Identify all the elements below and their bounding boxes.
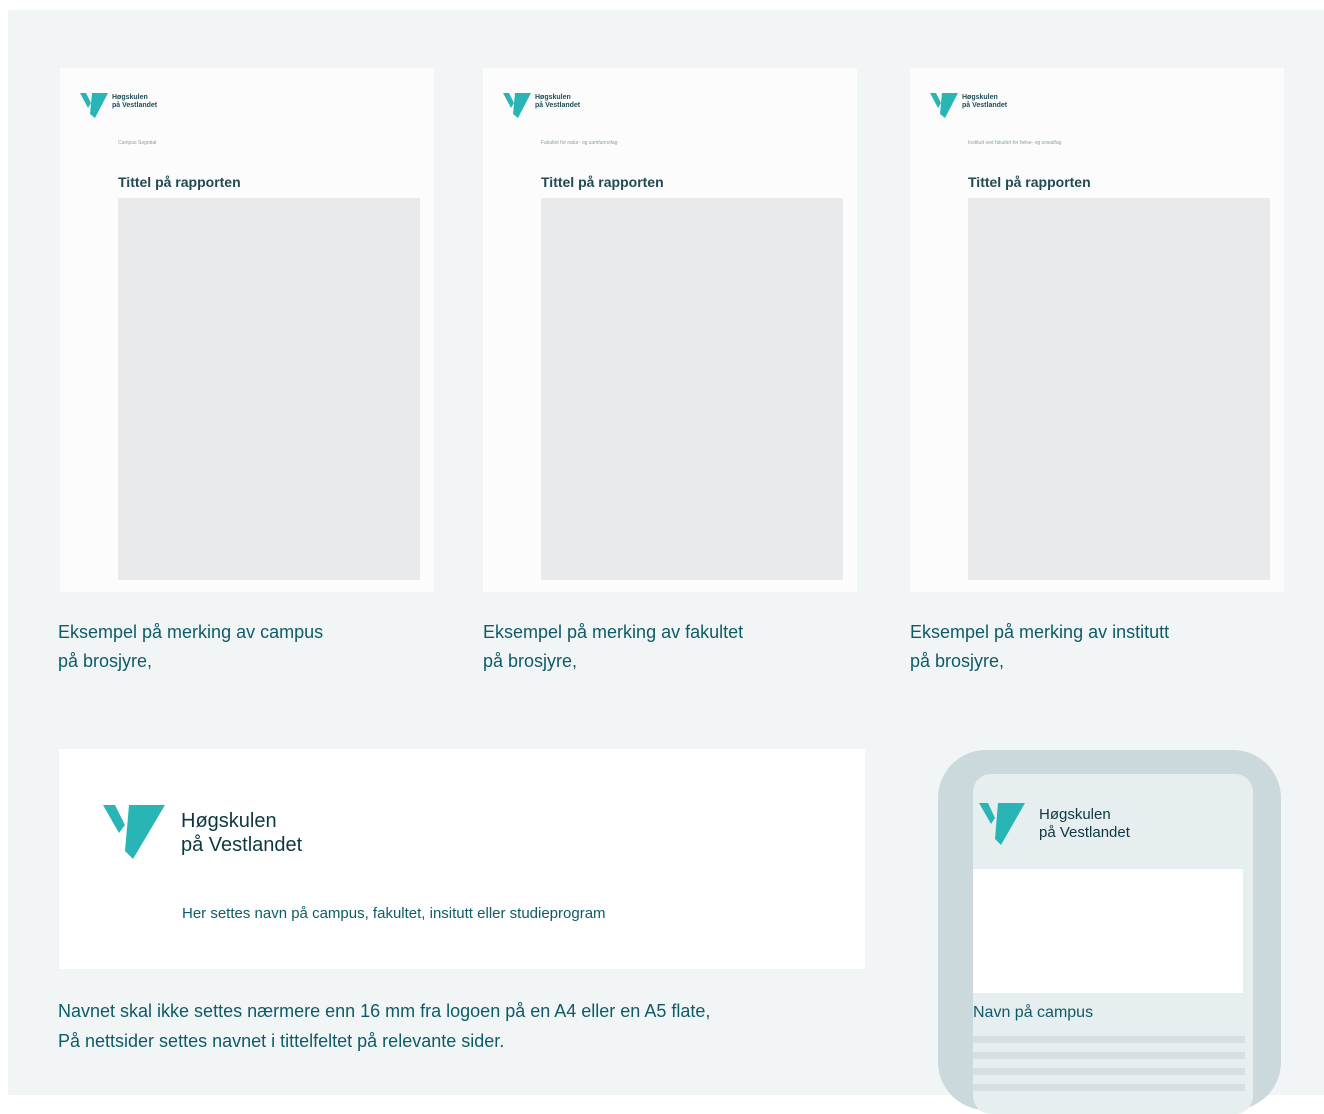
image-placeholder <box>118 198 420 580</box>
logo-wordmark-line1: Høgskulen <box>962 94 998 101</box>
report-title: Tittel på rapporten <box>118 174 241 190</box>
caption-campus: Eksempel på merking av campus på brosjyr… <box>58 618 418 676</box>
name-placement-banner: Høgskulen på Vestlandet Her settes navn … <box>59 749 865 969</box>
logo-wordmark: Høgskulen på Vestlandet <box>181 809 302 857</box>
name-placement-hint: Her settes navn på campus, fakultet, ins… <box>182 905 606 922</box>
text-line-placeholder <box>973 1068 1245 1075</box>
unit-name: Campus Sogndal <box>118 140 157 146</box>
logo-wordmark-line1: Høgskulen <box>535 94 571 101</box>
hero-image-placeholder <box>973 869 1243 993</box>
hvl-logo-icon <box>80 93 108 118</box>
report-title: Tittel på rapporten <box>968 174 1091 190</box>
logo-wordmark-line2: på Vestlandet <box>1039 824 1130 841</box>
logo-wordmark-line1: Høgskulen <box>181 810 277 832</box>
caption-line1: Eksempel på merking av fakultet <box>483 622 744 642</box>
logo-wordmark-line1: Høgskulen <box>112 94 148 101</box>
report-title: Tittel på rapporten <box>541 174 664 190</box>
brochure-example-campus: Høgskulen på Vestlandet Campus Sogndal T… <box>60 68 434 592</box>
logo-wordmark: Høgskulen på Vestlandet <box>535 94 580 110</box>
image-placeholder <box>541 198 843 580</box>
campus-name-label: Navn på campus <box>973 1004 1094 1021</box>
phone-screen: Høgskulen på Vestlandet Navn på campus <box>973 774 1253 1114</box>
text-line-placeholder <box>973 1084 1245 1091</box>
phone-mockup: Høgskulen på Vestlandet Navn på campus <box>938 750 1281 1114</box>
text-line-placeholder <box>973 1036 1245 1043</box>
caption-institute: Eksempel på merking av institutt på bros… <box>910 618 1270 676</box>
logo-wordmark-line2: på Vestlandet <box>535 102 581 109</box>
logo-wordmark-line2: på Vestlandet <box>112 102 158 109</box>
note-line1: Navnet skal ikke settes nærmere enn 16 m… <box>58 1001 711 1021</box>
caption-line1: Eksempel på merking av campus <box>58 622 324 642</box>
logo-wordmark: Høgskulen på Vestlandet <box>1039 806 1130 842</box>
hvl-logo-icon <box>503 93 531 118</box>
brochure-example-faculty: Høgskulen på Vestlandet Fakultet for nat… <box>483 68 857 592</box>
note-line2: På nettsider settes navnet i tittelfelte… <box>58 1031 505 1051</box>
unit-name: Institutt ved fakultet for helse- og sos… <box>968 140 1062 146</box>
hvl-logo-icon <box>979 803 1025 845</box>
text-line-placeholder <box>973 1052 1245 1059</box>
page-canvas: Høgskulen på Vestlandet Campus Sogndal T… <box>8 10 1324 1114</box>
caption-line2: på brosjyre, <box>483 651 578 671</box>
caption-line2: på brosjyre, <box>910 651 1005 671</box>
placement-note: Navnet skal ikke settes nærmere enn 16 m… <box>58 996 878 1056</box>
brochure-example-institute: Høgskulen på Vestlandet Institutt ved fa… <box>910 68 1284 592</box>
logo-wordmark: Høgskulen på Vestlandet <box>112 94 157 110</box>
caption-line1: Eksempel på merking av institutt <box>910 622 1170 642</box>
caption-line2: på brosjyre, <box>58 651 153 671</box>
image-placeholder <box>968 198 1270 580</box>
hvl-logo-icon <box>930 93 958 118</box>
hvl-logo-icon <box>103 805 165 859</box>
logo-wordmark: Høgskulen på Vestlandet <box>962 94 1007 110</box>
caption-faculty: Eksempel på merking av fakultet på brosj… <box>483 618 843 676</box>
logo-wordmark-line2: på Vestlandet <box>181 834 303 856</box>
unit-name: Fakultet for natur- og samfunnsfag <box>541 140 618 146</box>
logo-wordmark-line2: på Vestlandet <box>962 102 1008 109</box>
logo-wordmark-line1: Høgskulen <box>1039 806 1111 823</box>
